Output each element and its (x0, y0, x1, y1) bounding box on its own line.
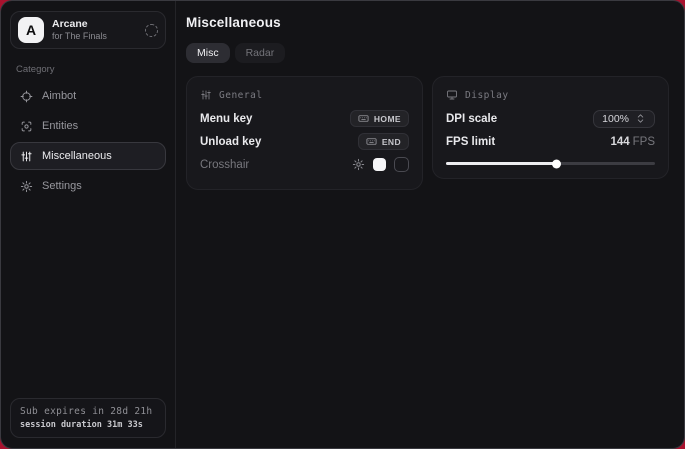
fps-limit-unit: FPS (633, 136, 655, 148)
monitor-icon (446, 89, 458, 101)
sidebar-item-aimbot[interactable]: Aimbot (10, 82, 166, 110)
menu-key-row: Menu key HOME (200, 107, 409, 130)
sliders-icon (200, 89, 212, 101)
unload-key-binding[interactable]: END (358, 133, 409, 150)
app-window: A Arcane for The Finals Category Aimbot … (0, 0, 685, 449)
crosshair-label: Crosshair (200, 159, 249, 171)
general-card: General Menu key HOME Unload key (186, 76, 423, 190)
card-title: General (219, 90, 263, 101)
page-title: Miscellaneous (186, 15, 669, 30)
unload-key-row: Unload key END (200, 130, 409, 153)
tab-bar: Misc Radar (186, 43, 669, 63)
app-header: A Arcane for The Finals (10, 11, 166, 49)
gear-icon[interactable] (352, 158, 365, 171)
slider-fill (446, 162, 557, 165)
sidebar-item-label: Miscellaneous (42, 150, 112, 162)
key-value: END (382, 137, 401, 147)
sidebar-item-label: Entities (42, 120, 78, 132)
sidebar-item-miscellaneous[interactable]: Miscellaneous (10, 142, 166, 170)
display-card: Display DPI scale 100% FPS limit 144 FPS (432, 76, 669, 179)
unload-key-label: Unload key (200, 136, 261, 148)
loader-icon (145, 24, 158, 37)
sidebar-item-label: Aimbot (42, 90, 76, 102)
fps-limit-label: FPS limit (446, 136, 495, 148)
subscription-info: Sub expires in 28d 21h session duration … (10, 398, 166, 438)
menu-key-binding[interactable]: HOME (350, 110, 409, 127)
sidebar: A Arcane for The Finals Category Aimbot … (1, 1, 176, 448)
menu-key-label: Menu key (200, 113, 252, 125)
sliders-icon (20, 150, 33, 163)
app-subtitle: for The Finals (52, 31, 137, 42)
fps-limit-row: FPS limit 144 FPS (446, 130, 655, 153)
dpi-scale-row: DPI scale 100% (446, 107, 655, 130)
fps-limit-slider[interactable] (446, 162, 655, 165)
dpi-scale-label: DPI scale (446, 113, 497, 125)
main-panel: Miscellaneous Misc Radar General Menu ke… (176, 1, 684, 448)
sub-expiry: Sub expires in 28d 21h (20, 406, 156, 417)
sidebar-item-settings[interactable]: Settings (10, 172, 166, 200)
crosshair-icon (20, 90, 33, 103)
category-label: Category (16, 64, 160, 75)
sidebar-item-entities[interactable]: Entities (10, 112, 166, 140)
sidebar-item-label: Settings (42, 180, 82, 192)
keyboard-icon (358, 113, 369, 124)
dpi-scale-value: 100% (602, 113, 629, 125)
fps-limit-value: 144 (610, 136, 629, 148)
slider-thumb[interactable] (552, 159, 561, 168)
crosshair-checkbox[interactable] (394, 157, 409, 172)
tab-radar[interactable]: Radar (235, 43, 286, 63)
dpi-scale-select[interactable]: 100% (593, 110, 655, 128)
app-avatar: A (18, 17, 44, 43)
tab-misc[interactable]: Misc (186, 43, 230, 63)
keyboard-icon (366, 136, 377, 147)
app-name: Arcane (52, 18, 137, 31)
session-duration: session duration 31m 33s (20, 420, 156, 430)
key-value: HOME (374, 114, 401, 124)
gear-icon (20, 180, 33, 193)
crosshair-color-swatch[interactable] (373, 158, 386, 171)
chevron-up-down-icon (635, 113, 646, 124)
crosshair-row: Crosshair (200, 153, 409, 176)
card-title: Display (465, 90, 509, 101)
scan-icon (20, 120, 33, 133)
